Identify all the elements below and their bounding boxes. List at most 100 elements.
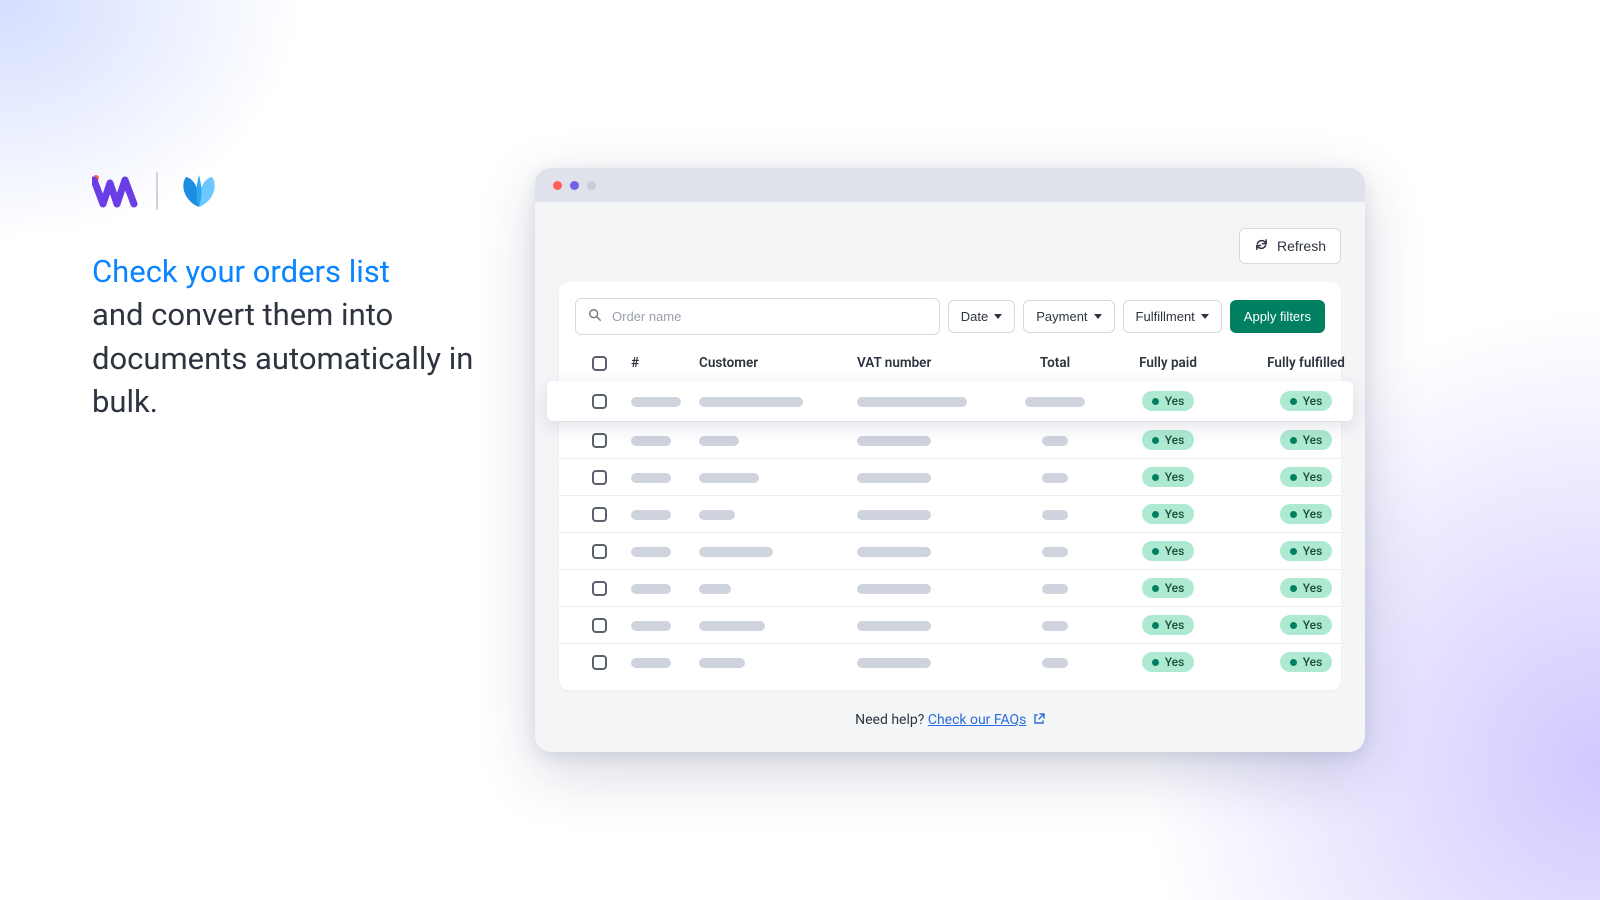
filter-date-label: Date bbox=[961, 309, 988, 324]
filter-fulfillment[interactable]: Fulfillment bbox=[1123, 300, 1222, 333]
fulfilled-badge: Yes bbox=[1280, 467, 1333, 487]
th-num: # bbox=[631, 355, 691, 371]
cell-vat-placeholder bbox=[857, 510, 931, 520]
cell-vat-placeholder bbox=[857, 473, 931, 483]
th-vat: VAT number bbox=[857, 355, 1007, 371]
cell-customer-placeholder bbox=[699, 547, 773, 557]
th-paid: Fully paid bbox=[1103, 355, 1233, 371]
row-checkbox[interactable] bbox=[592, 581, 607, 596]
search-icon bbox=[588, 307, 612, 326]
traffic-light-close-icon[interactable] bbox=[553, 181, 562, 190]
cell-total-placeholder bbox=[1042, 658, 1068, 668]
search-input[interactable] bbox=[612, 309, 927, 324]
cell-customer-placeholder bbox=[699, 436, 739, 446]
fulfilled-badge-label: Yes bbox=[1303, 618, 1323, 632]
apply-filters-button[interactable]: Apply filters bbox=[1230, 300, 1325, 333]
table-row[interactable]: Yes Yes bbox=[559, 495, 1341, 532]
filter-date[interactable]: Date bbox=[948, 300, 1015, 333]
table-row[interactable]: Yes Yes bbox=[547, 381, 1353, 421]
cell-customer-placeholder bbox=[699, 658, 745, 668]
filter-row: Date Payment Fulfillment Apply filters bbox=[559, 298, 1341, 349]
cell-total-placeholder bbox=[1042, 473, 1068, 483]
fulfilled-badge: Yes bbox=[1280, 391, 1333, 411]
cell-total-placeholder bbox=[1042, 436, 1068, 446]
status-dot-icon bbox=[1290, 437, 1297, 444]
logo-plant-icon bbox=[176, 173, 222, 209]
paid-badge-label: Yes bbox=[1165, 394, 1185, 408]
cell-customer-placeholder bbox=[699, 397, 803, 407]
table-row[interactable]: YesYes bbox=[559, 421, 1341, 458]
row-checkbox[interactable] bbox=[592, 394, 607, 409]
fulfilled-badge-label: Yes bbox=[1303, 581, 1323, 595]
status-dot-icon bbox=[1290, 511, 1297, 518]
cell-customer-placeholder bbox=[699, 621, 765, 631]
table-row[interactable]: Yes Yes bbox=[559, 606, 1341, 643]
logo-w-icon bbox=[92, 174, 138, 208]
table-row[interactable]: YesYes bbox=[559, 532, 1341, 569]
cell-num-placeholder bbox=[631, 510, 671, 520]
refresh-icon bbox=[1254, 237, 1269, 255]
paid-badge-label: Yes bbox=[1165, 581, 1185, 595]
paid-badge-label: Yes bbox=[1165, 433, 1185, 447]
cell-vat-placeholder bbox=[857, 436, 931, 446]
fulfilled-badge-label: Yes bbox=[1303, 655, 1323, 669]
paid-badge: Yes bbox=[1142, 504, 1195, 524]
select-all-checkbox[interactable] bbox=[592, 356, 607, 371]
headline-rest: and convert them into documents automati… bbox=[92, 296, 473, 420]
paid-badge-label: Yes bbox=[1165, 655, 1185, 669]
status-dot-icon bbox=[1290, 474, 1297, 481]
cell-customer-placeholder bbox=[699, 473, 759, 483]
help-link[interactable]: Check our FAQs bbox=[928, 712, 1027, 728]
paid-badge-label: Yes bbox=[1165, 507, 1185, 521]
paid-badge-label: Yes bbox=[1165, 544, 1185, 558]
status-dot-icon bbox=[1152, 585, 1159, 592]
fulfilled-badge-label: Yes bbox=[1303, 470, 1323, 484]
help-row: Need help? Check our FAQs bbox=[559, 712, 1341, 728]
cell-vat-placeholder bbox=[857, 621, 931, 631]
row-checkbox[interactable] bbox=[592, 618, 607, 633]
caret-down-icon bbox=[1201, 314, 1209, 319]
cell-total-placeholder bbox=[1042, 621, 1068, 631]
cell-vat-placeholder bbox=[857, 584, 931, 594]
help-prefix: Need help? bbox=[855, 712, 928, 728]
th-total: Total bbox=[1015, 355, 1095, 371]
table-row[interactable]: YesYes bbox=[559, 458, 1341, 495]
window-titlebar bbox=[535, 168, 1365, 202]
cell-total-placeholder bbox=[1042, 547, 1068, 557]
table-row[interactable]: Yes Yes bbox=[559, 643, 1341, 680]
status-dot-icon bbox=[1152, 622, 1159, 629]
search-box[interactable] bbox=[575, 298, 940, 335]
logo-row bbox=[92, 172, 492, 210]
row-checkbox[interactable] bbox=[592, 507, 607, 522]
row-checkbox[interactable] bbox=[592, 655, 607, 670]
status-dot-icon bbox=[1152, 474, 1159, 481]
paid-badge: Yes bbox=[1142, 615, 1195, 635]
fulfilled-badge-label: Yes bbox=[1303, 507, 1323, 521]
paid-badge: Yes bbox=[1142, 578, 1195, 598]
external-link-icon bbox=[1030, 712, 1045, 728]
cell-num-placeholder bbox=[631, 621, 671, 631]
traffic-light-minimize-icon[interactable] bbox=[570, 181, 579, 190]
status-dot-icon bbox=[1290, 548, 1297, 555]
row-checkbox[interactable] bbox=[592, 433, 607, 448]
table-row[interactable]: Yes Yes bbox=[559, 569, 1341, 606]
row-checkbox[interactable] bbox=[592, 544, 607, 559]
cell-num-placeholder bbox=[631, 547, 671, 557]
paid-badge-label: Yes bbox=[1165, 618, 1185, 632]
cell-vat-placeholder bbox=[857, 658, 931, 668]
cell-num-placeholder bbox=[631, 584, 671, 594]
row-checkbox[interactable] bbox=[592, 470, 607, 485]
refresh-button[interactable]: Refresh bbox=[1239, 228, 1341, 264]
traffic-light-zoom-icon[interactable] bbox=[587, 181, 596, 190]
status-dot-icon bbox=[1290, 585, 1297, 592]
help-link-label: Check our FAQs bbox=[928, 712, 1027, 728]
fulfilled-badge: Yes bbox=[1280, 504, 1333, 524]
status-dot-icon bbox=[1152, 511, 1159, 518]
filter-fulfillment-label: Fulfillment bbox=[1136, 309, 1195, 324]
fulfilled-badge-label: Yes bbox=[1303, 394, 1323, 408]
status-dot-icon bbox=[1152, 548, 1159, 555]
filter-payment[interactable]: Payment bbox=[1023, 300, 1114, 333]
fulfilled-badge: Yes bbox=[1280, 615, 1333, 635]
cell-total-placeholder bbox=[1042, 510, 1068, 520]
status-dot-icon bbox=[1152, 437, 1159, 444]
